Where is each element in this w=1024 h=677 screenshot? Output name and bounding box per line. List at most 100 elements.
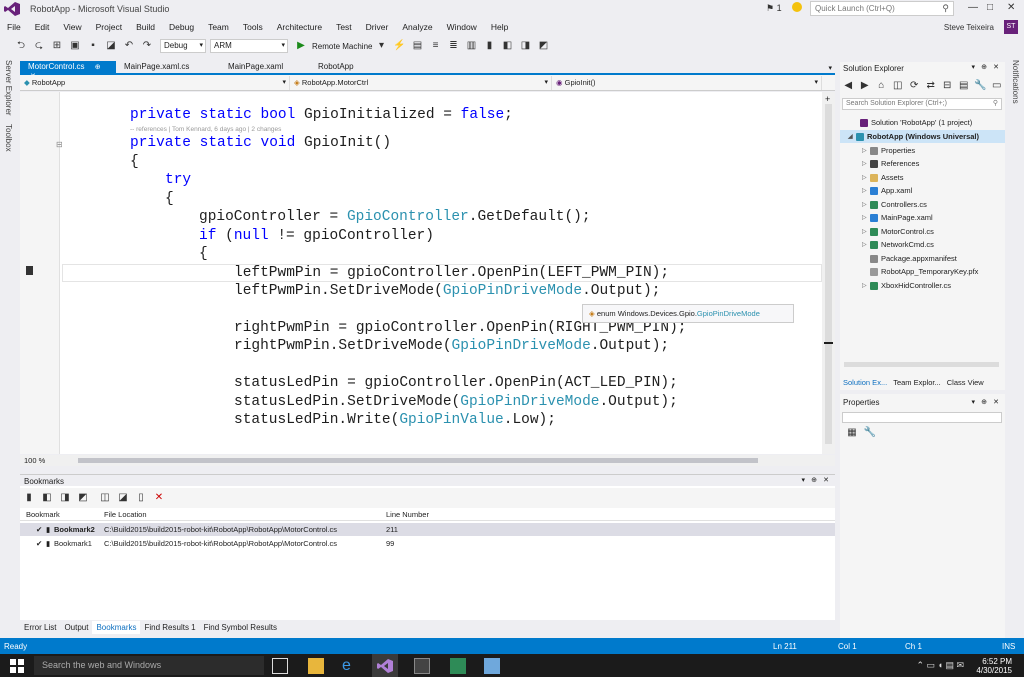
expand-icon[interactable]: ▷ xyxy=(862,214,870,221)
solution-platform-select[interactable]: ARM ▾ xyxy=(210,39,288,53)
tree-item-references[interactable]: ▷ References xyxy=(862,157,919,170)
file-explorer-icon[interactable] xyxy=(308,658,324,674)
tree-item-networkcmd-cs[interactable]: ▷ NetworkCmd.cs xyxy=(862,238,934,251)
run-target-button[interactable]: Remote Machine xyxy=(312,42,372,51)
tab-overflow-icon[interactable]: ▾ xyxy=(828,64,835,72)
scroll-thumb[interactable] xyxy=(825,104,832,444)
tab-team-explorer[interactable]: Team Explor... xyxy=(890,377,944,388)
preview-icon[interactable]: ▭ xyxy=(991,79,1004,93)
tab-robotapp[interactable]: RobotApp xyxy=(310,61,380,74)
next-bookmark-icon[interactable]: ◨ xyxy=(518,39,532,53)
menu-project[interactable]: Project xyxy=(89,18,129,36)
code-editor[interactable]: ⊟ private static bool GpioInitialized = … xyxy=(20,92,828,454)
menu-architecture[interactable]: Architecture xyxy=(270,18,329,36)
new-project-icon[interactable]: ⊞ xyxy=(50,39,64,53)
tree-item-solution[interactable]: Solution 'RobotApp' (1 project) xyxy=(860,116,972,129)
auto-hide-pin-icon[interactable]: ⊕ xyxy=(811,476,817,484)
table-row[interactable]: ✔ ▮ Bookmark2 C:\Build2015\build2015-rob… xyxy=(20,523,835,536)
expand-icon[interactable]: ▷ xyxy=(862,228,870,235)
notifications-tab[interactable]: Notifications xyxy=(1011,60,1020,104)
column-bookmark[interactable]: Bookmark xyxy=(26,510,60,519)
property-pages-icon[interactable]: 🔧 xyxy=(863,426,877,440)
tab-find-symbol-results[interactable]: Find Symbol Results xyxy=(200,621,281,634)
previous-in-folder-icon[interactable]: ◩ xyxy=(76,491,90,505)
bookmark-checkbox[interactable]: ✔ xyxy=(36,539,42,548)
taskbar-clock[interactable]: 6:52 PM 4/30/2015 xyxy=(976,657,1012,675)
properties-icon[interactable]: 🔧 xyxy=(974,79,987,93)
close-icon[interactable]: ✕ xyxy=(823,476,829,484)
forward-icon[interactable]: ▶ xyxy=(859,79,872,93)
disable-bookmarks-icon[interactable]: ▯ xyxy=(134,491,148,505)
table-row[interactable]: ✔ ▮ Bookmark1 C:\Build2015\build2015-rob… xyxy=(20,537,835,550)
tab-motorcontrol-cs[interactable]: MotorControl.cs ⊕ ✕ xyxy=(20,61,116,80)
expand-icon[interactable]: ▷ xyxy=(862,241,870,248)
zoom-level[interactable]: 100 % xyxy=(24,456,45,465)
solution-configuration-select[interactable]: Debug ▾ xyxy=(160,39,206,53)
tree-item-app-xaml[interactable]: ▷ App.xaml xyxy=(862,184,912,197)
horizontal-scroll-thumb[interactable] xyxy=(78,458,758,463)
expand-icon[interactable]: ▷ xyxy=(862,160,870,167)
member-dropdown[interactable]: ◉ GpioInit() ▾ xyxy=(552,75,822,90)
server-explorer-tab[interactable]: Server Explorer xyxy=(4,60,13,116)
tree-item-assets[interactable]: ▷ Assets xyxy=(862,171,904,184)
expand-icon[interactable]: ▷ xyxy=(862,174,870,181)
toggle-breakpoint-icon[interactable]: ▤ xyxy=(410,39,424,53)
column-file-location[interactable]: File Location xyxy=(104,510,147,519)
menu-driver[interactable]: Driver xyxy=(359,18,396,36)
close-button[interactable]: ✕ xyxy=(1007,2,1015,13)
outdent-icon[interactable]: ≣ xyxy=(446,39,460,53)
previous-bookmark-icon[interactable]: ◧ xyxy=(40,491,54,505)
properties-object-select[interactable] xyxy=(842,412,1002,423)
expand-icon[interactable]: ▷ xyxy=(862,282,870,289)
app-icon[interactable] xyxy=(414,658,430,674)
clear-bookmarks-icon[interactable]: ◩ xyxy=(536,39,550,53)
codelens-info[interactable]: -- references | Tom Kennard, 6 days ago … xyxy=(130,126,281,133)
windows-start-icon[interactable] xyxy=(10,659,24,673)
tree-item-mainpage-xaml[interactable]: ▷ MainPage.xaml xyxy=(862,211,933,224)
tab-find-results-1[interactable]: Find Results 1 xyxy=(140,621,199,634)
avatar[interactable]: ST xyxy=(1004,20,1018,34)
tab-mainpage-xaml-cs[interactable]: MainPage.xaml.cs xyxy=(116,61,220,74)
collapse-region-icon[interactable]: ⊟ xyxy=(56,140,63,149)
menu-test[interactable]: Test xyxy=(329,18,359,36)
editor-vertical-scrollbar[interactable]: + xyxy=(822,92,835,454)
start-debugging-icon[interactable]: ▶ xyxy=(294,39,308,53)
code-text[interactable]: private static bool GpioInitialized = fa… xyxy=(66,92,826,454)
show-all-files-icon[interactable]: ▤ xyxy=(958,79,971,93)
auto-hide-pin-icon[interactable]: ⊕ xyxy=(981,63,987,71)
type-dropdown[interactable]: ◈ RobotApp.MotorCtrl ▾ xyxy=(290,75,552,90)
next-in-document-icon[interactable]: ◪ xyxy=(116,491,130,505)
user-name[interactable]: Steve Teixeira xyxy=(944,23,994,32)
taskbar-search-input[interactable]: Search the web and Windows xyxy=(34,656,264,675)
menu-team[interactable]: Team xyxy=(201,18,236,36)
system-tray[interactable]: ⌃ ▭ ◖ ▤ ✉ xyxy=(916,660,964,671)
menu-build[interactable]: Build xyxy=(129,18,162,36)
solution-explorer-search-input[interactable]: Search Solution Explorer (Ctrl+;) ⚲ xyxy=(842,98,1002,110)
run-target-dropdown-icon[interactable]: ▾ xyxy=(374,39,388,53)
browser-link-icon[interactable]: ⚡ xyxy=(392,39,406,53)
split-editor-icon[interactable]: + xyxy=(825,94,830,104)
tab-class-view[interactable]: Class View xyxy=(944,377,987,388)
expand-icon[interactable]: ◢ xyxy=(848,133,856,140)
menu-file[interactable]: File xyxy=(0,18,28,36)
menu-tools[interactable]: Tools xyxy=(236,18,270,36)
menu-window[interactable]: Window xyxy=(440,18,484,36)
menu-help[interactable]: Help xyxy=(484,18,515,36)
menu-edit[interactable]: Edit xyxy=(28,18,57,36)
pin-icon[interactable]: ⊕ xyxy=(95,64,101,71)
edge-browser-icon[interactable]: e xyxy=(342,658,358,674)
close-icon[interactable]: ✕ xyxy=(993,398,999,406)
project-dropdown[interactable]: ◆ RobotApp ▾ xyxy=(20,75,290,90)
redo-icon[interactable]: ↷ xyxy=(140,39,154,53)
expand-icon[interactable]: ▷ xyxy=(862,187,870,194)
visual-studio-taskbar-icon[interactable] xyxy=(372,654,398,677)
back-icon[interactable]: ◀ xyxy=(842,79,855,93)
sync-icon[interactable]: ⇄ xyxy=(925,79,938,93)
tab-solution-explorer[interactable]: Solution Ex... xyxy=(840,377,890,388)
task-view-icon[interactable] xyxy=(272,658,288,674)
save-icon[interactable]: ▪ xyxy=(86,39,100,53)
menu-view[interactable]: View xyxy=(56,18,88,36)
app-icon[interactable] xyxy=(484,658,500,674)
navigate-back-icon[interactable]: ⮌ xyxy=(14,39,28,53)
expand-icon[interactable]: ▷ xyxy=(862,147,870,154)
